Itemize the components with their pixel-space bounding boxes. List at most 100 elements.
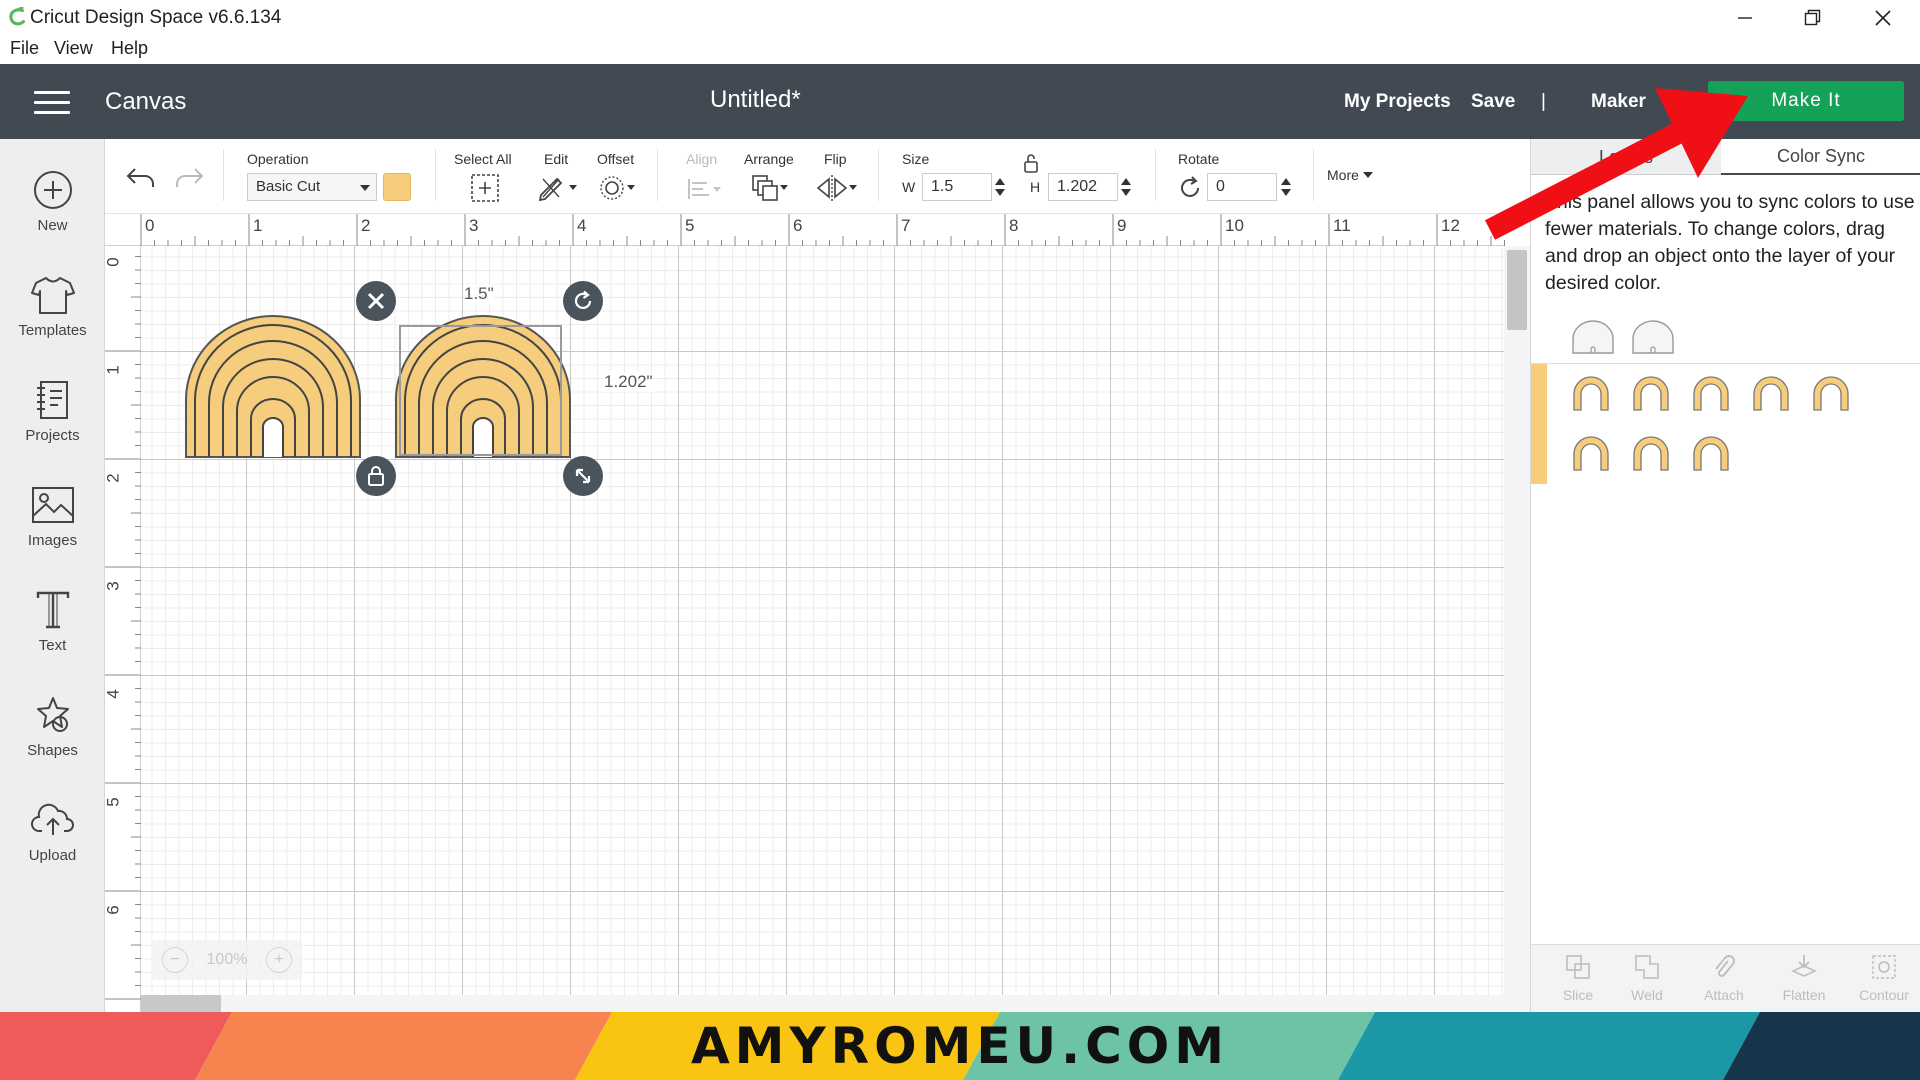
operation-color-swatch[interactable] bbox=[383, 173, 411, 201]
sidebar-item-upload[interactable]: Upload bbox=[0, 789, 105, 879]
sidebar-item-shapes[interactable]: Shapes bbox=[0, 684, 105, 774]
operation-label: Operation bbox=[247, 151, 309, 167]
ruler-label: 5 bbox=[103, 797, 123, 807]
panel-actions-bar: Slice Weld Attach Flatten Contour bbox=[1531, 944, 1920, 1012]
scroll-thumb[interactable] bbox=[141, 995, 221, 1012]
sidebar-item-templates[interactable]: Templates bbox=[0, 264, 105, 354]
height-stepper-icon[interactable] bbox=[1120, 175, 1132, 199]
redo-icon[interactable] bbox=[173, 163, 205, 191]
offset-icon[interactable] bbox=[599, 173, 639, 203]
weld-icon bbox=[1635, 955, 1659, 979]
toolbar-separator bbox=[435, 149, 436, 201]
height-input[interactable]: 1.202 bbox=[1048, 173, 1118, 201]
delete-handle[interactable] bbox=[356, 281, 396, 321]
annotation-arrow-icon bbox=[1484, 88, 1748, 240]
resize-handle[interactable] bbox=[563, 456, 603, 496]
yellow-arch-thumbnail[interactable] bbox=[1569, 432, 1613, 472]
menu-help[interactable]: Help bbox=[111, 38, 148, 59]
menu-view[interactable]: View bbox=[54, 38, 93, 59]
minimize-button[interactable] bbox=[1710, 0, 1780, 36]
yellow-arch-thumbnail[interactable] bbox=[1569, 372, 1613, 412]
image-icon bbox=[31, 487, 74, 523]
sidebar-item-images[interactable]: Images bbox=[0, 474, 105, 564]
sidebar-item-new[interactable]: New bbox=[0, 159, 105, 249]
lock-handle[interactable] bbox=[356, 456, 396, 496]
weld-label: Weld bbox=[1631, 987, 1663, 1003]
hamburger-menu-icon[interactable] bbox=[34, 91, 70, 114]
width-dimension-label: 1.5" bbox=[464, 284, 494, 304]
rotate-handle[interactable] bbox=[563, 281, 603, 321]
window-title: Cricut Design Space v6.6.134 bbox=[30, 7, 282, 28]
ruler-label: 12 bbox=[1441, 216, 1460, 235]
width-input[interactable]: 1.5 bbox=[922, 173, 992, 201]
slice-button[interactable]: Slice bbox=[1543, 953, 1613, 1003]
height-label: H bbox=[1030, 179, 1041, 195]
sidebar-item-text[interactable]: Text bbox=[0, 579, 105, 669]
minimize-icon bbox=[1738, 17, 1752, 19]
yellow-arch-thumbnail[interactable] bbox=[1809, 372, 1853, 412]
scroll-thumb[interactable] bbox=[1507, 250, 1527, 330]
yellow-arch-thumbnail[interactable] bbox=[1749, 372, 1793, 412]
website-banner: AMYROMEU.COM bbox=[0, 1012, 1920, 1080]
my-projects-link[interactable]: My Projects bbox=[1344, 91, 1451, 113]
width-stepper-icon[interactable] bbox=[994, 175, 1006, 199]
lock-icon bbox=[368, 466, 384, 486]
attach-button[interactable]: Attach bbox=[1689, 953, 1759, 1003]
rainbow-earring-left[interactable] bbox=[183, 315, 363, 460]
zoom-in-button[interactable]: + bbox=[265, 947, 292, 973]
rotate-icon bbox=[1181, 176, 1199, 197]
toolbar-separator bbox=[657, 149, 658, 201]
ruler-label: 3 bbox=[469, 216, 479, 235]
vertical-scrollbar[interactable] bbox=[1504, 246, 1530, 1012]
white-shape-thumbnail[interactable] bbox=[1571, 319, 1615, 355]
document-title: Untitled* bbox=[710, 86, 801, 113]
ruler-label: 0 bbox=[103, 257, 123, 267]
arrange-icon[interactable] bbox=[750, 173, 792, 203]
lock-proportions-icon[interactable] bbox=[1023, 153, 1039, 173]
yellow-arch-thumbnail[interactable] bbox=[1629, 372, 1673, 412]
shapes-icon bbox=[36, 697, 69, 732]
ruler-label: 6 bbox=[103, 905, 123, 915]
flip-icon[interactable] bbox=[815, 173, 859, 203]
yellow-arch-thumbnail[interactable] bbox=[1629, 432, 1673, 472]
yellow-arch-thumbnail[interactable] bbox=[1689, 372, 1733, 412]
rotate-label: Rotate bbox=[1178, 151, 1220, 167]
flatten-label: Flatten bbox=[1782, 987, 1826, 1003]
sidebar-item-projects[interactable]: Projects bbox=[0, 369, 105, 459]
close-window-button[interactable] bbox=[1848, 0, 1918, 36]
title-bar: Cricut Design Space v6.6.134 bbox=[0, 0, 1920, 36]
selection-bounding-box bbox=[399, 325, 562, 456]
zoom-out-button[interactable]: − bbox=[162, 947, 188, 973]
select-all-icon[interactable] bbox=[470, 173, 500, 203]
edit-tools-icon[interactable] bbox=[537, 173, 581, 203]
rotate-input[interactable]: 0 bbox=[1207, 173, 1277, 201]
paperclip-icon bbox=[1715, 955, 1735, 977]
operation-select[interactable]: Basic Cut bbox=[247, 173, 377, 201]
yellow-arch-thumbnail[interactable] bbox=[1689, 432, 1733, 472]
close-icon bbox=[367, 292, 385, 310]
ruler-label: 11 bbox=[1333, 216, 1351, 235]
ruler-label: 8 bbox=[1009, 216, 1019, 235]
weld-button[interactable]: Weld bbox=[1612, 953, 1682, 1003]
ruler-label: 1 bbox=[253, 216, 263, 235]
toolbar-separator bbox=[1313, 149, 1314, 201]
rotate-stepper-icon[interactable] bbox=[1280, 175, 1292, 199]
ruler-label: 9 bbox=[1117, 216, 1127, 235]
horizontal-scrollbar[interactable] bbox=[141, 995, 1504, 1012]
menu-file[interactable]: File bbox=[10, 38, 39, 59]
edit-label: Edit bbox=[544, 151, 569, 167]
undo-icon[interactable] bbox=[125, 163, 157, 191]
size-label: Size bbox=[902, 151, 930, 167]
flatten-button[interactable]: Flatten bbox=[1769, 953, 1839, 1003]
white-shape-thumbnail[interactable] bbox=[1631, 319, 1675, 355]
ruler-label: 1 bbox=[103, 365, 123, 375]
chevron-down-icon bbox=[360, 185, 370, 191]
contour-button[interactable]: Contour bbox=[1849, 953, 1919, 1003]
zoom-level: 100% bbox=[206, 951, 248, 968]
restore-button[interactable] bbox=[1778, 0, 1848, 36]
chevron-down-icon bbox=[1362, 172, 1373, 178]
edit-toolbar: Operation Basic Cut Select All Edit Offs… bbox=[105, 139, 1530, 214]
ruler-label: 5 bbox=[685, 216, 695, 235]
more-menu[interactable]: More bbox=[1327, 167, 1373, 183]
cricut-logo-icon bbox=[9, 6, 25, 26]
